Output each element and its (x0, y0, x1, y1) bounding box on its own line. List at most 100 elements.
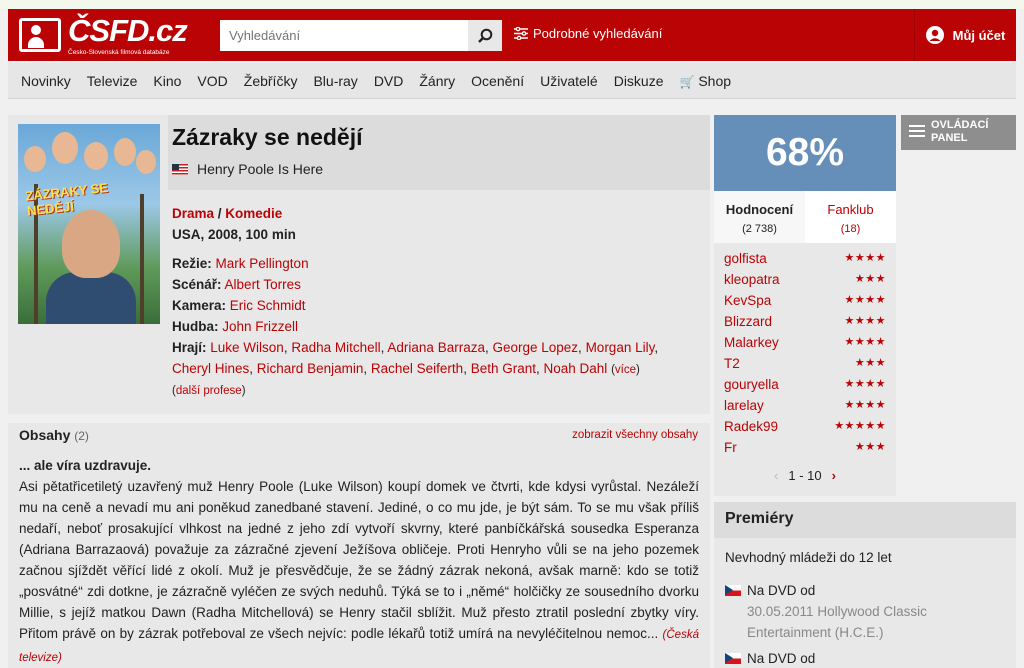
chevron-left-icon[interactable]: ‹ (774, 468, 778, 483)
director-row: Režie: Mark Pellington (172, 253, 702, 274)
user-name: Blizzard (724, 314, 773, 329)
nav-item-uzivatele[interactable]: Uživatelé (532, 73, 606, 89)
actor-link[interactable]: Rachel Seiferth (371, 361, 463, 376)
camera-label: Kamera: (172, 298, 227, 313)
premiere-label: Na DVD od (747, 583, 816, 598)
stars-icon: ★★★★ (844, 336, 886, 348)
search-button[interactable] (468, 20, 502, 51)
nav-item-diskuze[interactable]: Diskuze (606, 73, 672, 89)
stars-icon: ★★★★ (844, 315, 886, 327)
cart-icon: 🛒 (679, 74, 695, 89)
control-panel-button[interactable]: OVLÁDACÍ PANEL (901, 115, 1016, 150)
cast-row: Hrají: Luke Wilson, Radha Mitchell, Adri… (172, 340, 659, 376)
rating-row[interactable]: T2 ★★★ (724, 356, 886, 377)
premieres-box: Premiéry Nevhodný mládeži do 12 let Na D… (714, 502, 1016, 668)
nav-item-novinky[interactable]: Novinky (13, 73, 79, 89)
premiere-entry: Na DVD od (725, 648, 815, 668)
stars-icon: ★★★★ (844, 378, 886, 390)
actor-link[interactable]: Morgan Lily (586, 340, 655, 355)
advanced-search-label: Podrobné vyhledávání (533, 26, 663, 41)
original-title-text: Henry Poole Is Here (197, 161, 324, 177)
top-strip (0, 0, 1024, 9)
tab-fanclub-count: (18) (840, 223, 861, 235)
show-all-plots-link[interactable]: zobrazit všechny obsahy (572, 429, 698, 441)
more-cast: (více) (611, 364, 640, 376)
creator-link[interactable]: Eric Schmidt (230, 298, 306, 313)
actor-link[interactable]: Adriana Barraza (387, 340, 485, 355)
rating-row[interactable]: Blizzard ★★★★ (724, 314, 886, 335)
rating-row[interactable]: larelay ★★★★ (724, 398, 886, 419)
film-origin: USA, 2008, 100 min (172, 227, 296, 242)
control-panel-label: OVLÁDACÍ PANEL (931, 119, 988, 145)
genre-link[interactable]: Komedie (225, 206, 282, 221)
actor-link[interactable]: Cheryl Hines (172, 361, 249, 376)
premiere-date: 30.05.2011 Hollywood Classic (747, 604, 927, 619)
nav-item-zanry[interactable]: Žánry (411, 73, 463, 89)
rating-row[interactable]: kleopatra ★★★ (724, 272, 886, 293)
premiere-entry: Na DVD od 30.05.2011 Hollywood Classic E… (725, 580, 927, 643)
film-title: Zázraky se nedějí (172, 124, 363, 150)
search-input[interactable] (220, 20, 468, 51)
stars-icon: ★★★ (854, 273, 886, 285)
rating-row[interactable]: KevSpa ★★★★ (724, 293, 886, 314)
music-row: Hudba: John Frizzell (172, 316, 702, 337)
user-name: KevSpa (724, 293, 772, 308)
user-name: kleopatra (724, 272, 780, 287)
actor-link[interactable]: Beth Grant (471, 361, 536, 376)
nav-item-vod[interactable]: VOD (189, 73, 235, 89)
user-name: larelay (724, 398, 764, 413)
tab-fanclub-label: Fanklub (827, 202, 874, 217)
user-name: golfista (724, 251, 767, 266)
rating-row[interactable]: golfista ★★★★ (724, 251, 886, 272)
advanced-search-link[interactable]: Podrobné vyhledávání (514, 26, 662, 41)
rating-row[interactable]: Malarkey ★★★★ (724, 335, 886, 356)
nav-item-kino[interactable]: Kino (145, 73, 189, 89)
premiere-company: Entertainment (H.C.E.) (747, 625, 884, 640)
plot-heading-text: Obsahy (19, 427, 71, 443)
site-logo[interactable]: ČSFD.cz Česko-Slovenská filmová databáze (19, 13, 188, 56)
tab-fanclub[interactable]: Fanklub (18) (805, 191, 896, 243)
poster-face (136, 150, 156, 174)
film-info: Drama / Komedie USA, 2008, 100 min Režie… (172, 203, 702, 402)
nav-item-zebricky[interactable]: Žebříčky (236, 73, 306, 89)
cast-label: Hrají: (172, 340, 207, 355)
user-name: gouryella (724, 377, 779, 392)
creator-link[interactable]: John Frizzell (222, 319, 298, 334)
stars-icon: ★★★★ (844, 294, 886, 306)
nav-item-televize[interactable]: Televize (79, 73, 146, 89)
control-panel-line1: OVLÁDACÍ (931, 119, 989, 131)
tab-ratings[interactable]: Hodnocení (2 738) (714, 191, 805, 243)
more-cast-link[interactable]: více (615, 364, 636, 376)
pager-range: 1 - 10 (788, 468, 822, 483)
genre-link[interactable]: Drama (172, 206, 214, 221)
main-nav: Novinky Televize Kino VOD Žebříčky Blu-r… (8, 63, 1016, 99)
nav-item-oceneni[interactable]: Ocenění (463, 73, 532, 89)
rating-percent: 68% (714, 115, 896, 191)
actor-link[interactable]: George Lopez (492, 340, 578, 355)
more-professions-link[interactable]: další profese (176, 385, 242, 397)
actor-link[interactable]: Richard Benjamin (257, 361, 364, 376)
nav-item-dvd[interactable]: DVD (366, 73, 412, 89)
poster-figure (46, 272, 136, 324)
creator-link[interactable]: Albert Torres (225, 277, 301, 292)
stars-icon: ★★★ (854, 441, 886, 453)
actor-link[interactable]: Luke Wilson (210, 340, 284, 355)
nav-item-bluray[interactable]: Blu-ray (305, 73, 365, 89)
nav-item-shop[interactable]: 🛒 Shop (672, 73, 740, 89)
actor-link[interactable]: Radha Mitchell (291, 340, 380, 355)
logo-icon (19, 18, 61, 52)
rating-row[interactable]: Radek99 ★★★★★ (724, 419, 886, 440)
rating-row[interactable]: Fr ★★★ (724, 440, 886, 461)
account-button[interactable]: Můj účet (914, 9, 1016, 61)
stars-icon: ★★★★★ (834, 420, 886, 432)
rating-row[interactable]: gouryella ★★★★ (724, 377, 886, 398)
plot-tagline: ... ale víra uzdravuje. (19, 458, 152, 473)
chevron-right-icon[interactable]: › (832, 468, 836, 483)
creator-link[interactable]: Mark Pellington (216, 256, 309, 271)
genres: Drama / Komedie (172, 203, 702, 224)
film-poster[interactable]: ZÁZRAKY SE NEDĚJÍ (18, 124, 160, 324)
user-name: Radek99 (724, 419, 779, 434)
poster-title: ZÁZRAKY SE NEDĚJÍ (24, 180, 109, 219)
actor-link[interactable]: Noah Dahl (544, 361, 608, 376)
